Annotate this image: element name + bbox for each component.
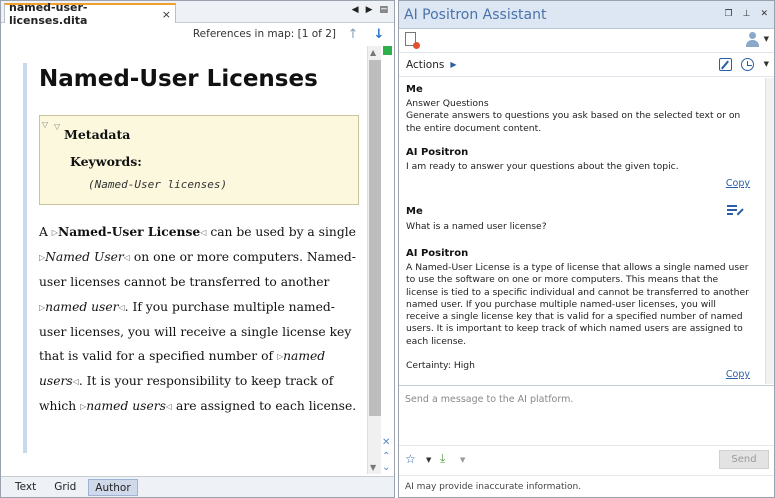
- certainty-text: Certainty: High: [406, 360, 475, 372]
- expand-up-icon[interactable]: ⌃: [382, 451, 390, 462]
- validation-status-icon[interactable]: [383, 46, 392, 55]
- chevron-down-icon[interactable]: ▼: [460, 456, 465, 464]
- tab-grid[interactable]: Grid: [48, 479, 82, 496]
- collapse-triangle-icon[interactable]: ▽: [42, 120, 48, 129]
- topic-paragraph: A ▷Named-User License◁ can be used by a …: [39, 220, 357, 420]
- term-italic: named user: [45, 299, 119, 314]
- expand-down-icon[interactable]: ⌄: [382, 462, 390, 473]
- message-input[interactable]: Send a message to the AI platform.: [399, 385, 774, 445]
- close-panel-icon[interactable]: ✕: [760, 9, 768, 19]
- chevron-down-icon[interactable]: ▼: [426, 456, 431, 464]
- assistant-header: AI Positron Assistant ❐ ⊥ ✕: [399, 1, 774, 29]
- editor-vertical-scrollbar[interactable]: ▲ ▼: [367, 46, 381, 474]
- history-icon[interactable]: [741, 58, 754, 71]
- input-toolbar: ☆ ▼ ⤓ ▼ Send: [399, 445, 774, 473]
- tab-text[interactable]: Text: [9, 479, 42, 496]
- edit-message-icon[interactable]: [727, 204, 744, 216]
- paragraph-text: A: [39, 225, 52, 239]
- tab-list-menu-icon[interactable]: ▤: [379, 5, 388, 15]
- close-x-icon[interactable]: ✕: [382, 437, 390, 448]
- tab-author[interactable]: Author: [88, 478, 138, 496]
- editor-side-strip: ✕ ⌃ ⌄: [381, 46, 394, 474]
- paragraph-text: are assigned to each license.: [172, 399, 357, 414]
- term-bold: Named-User License: [57, 224, 201, 239]
- collapse-triangle-icon[interactable]: ▽: [54, 122, 60, 131]
- send-button[interactable]: Send: [719, 450, 769, 469]
- message-sender: AI Positron: [406, 147, 469, 158]
- keywords-title: Keywords:: [70, 154, 142, 169]
- scroll-tabs-left-icon[interactable]: ◀: [352, 5, 359, 15]
- chevron-down-icon[interactable]: ▼: [764, 60, 769, 68]
- actions-menu[interactable]: Actions: [406, 59, 444, 71]
- previous-reference-icon[interactable]: ↑: [344, 27, 362, 42]
- message-text: Answer Questions: [406, 98, 489, 109]
- restore-window-icon[interactable]: ❐: [725, 9, 733, 19]
- new-chat-edit-icon[interactable]: [719, 58, 732, 71]
- editor-tab-bar: named-user-licenses.dita × ◀ ▶ ▤: [1, 1, 394, 27]
- ai-assistant-panel: AI Positron Assistant ❐ ⊥ ✕ ▼ Actions ▶ …: [398, 0, 775, 498]
- actions-bar: Actions ▶ ▼: [399, 53, 774, 77]
- metadata-title: Metadata: [64, 127, 131, 142]
- chat-scrollbar[interactable]: [765, 78, 774, 384]
- message-text: I am ready to answer your questions abou…: [406, 161, 679, 172]
- message-sender: Me: [406, 206, 423, 217]
- scroll-tabs-right-icon[interactable]: ▶: [366, 5, 373, 15]
- scroll-up-icon[interactable]: ▲: [370, 48, 376, 57]
- keywords-value: (Named-User licenses): [88, 178, 228, 191]
- references-bar: References in map: [1 of 2] ↑ ↓: [1, 23, 394, 45]
- term-italic: named users: [86, 399, 166, 414]
- scrollbar-thumb[interactable]: [369, 60, 381, 416]
- chat-message: AI Positron I am ready to answer your qu…: [406, 147, 751, 173]
- pin-icon[interactable]: ⊥: [743, 9, 751, 19]
- chat-message: AI Positron A Named-User License is a ty…: [406, 248, 751, 372]
- topic-border-marker: [23, 63, 27, 453]
- copy-link[interactable]: Copy: [726, 178, 750, 189]
- assistant-toolbar: ▼: [399, 29, 774, 53]
- chat-history: Me Answer Questions Generate answers to …: [399, 78, 765, 384]
- topic-title: Named-User Licenses: [39, 66, 318, 92]
- term-italic: Named User: [45, 250, 124, 265]
- next-reference-icon[interactable]: ↓: [370, 27, 388, 42]
- message-input-placeholder: Send a message to the AI platform.: [405, 394, 574, 405]
- message-sender: Me: [406, 84, 423, 95]
- editor-mode-tabs: Text Grid Author: [1, 476, 394, 497]
- close-tab-icon[interactable]: ×: [162, 8, 171, 21]
- user-account-icon[interactable]: [745, 32, 760, 47]
- assistant-title: AI Positron Assistant: [404, 6, 547, 23]
- actions-arrow-icon[interactable]: ▶: [450, 60, 456, 69]
- chat-message: Me Answer Questions Generate answers to …: [406, 84, 751, 135]
- copy-link[interactable]: Copy: [726, 369, 750, 380]
- insert-download-icon[interactable]: ⤓: [440, 451, 445, 466]
- chevron-down-icon[interactable]: ▼: [764, 35, 769, 43]
- metadata-block: ▽ ▽ Metadata Keywords: (Named-User licen…: [39, 115, 359, 205]
- ai-disclaimer: AI may provide inaccurate information.: [399, 475, 774, 497]
- editor-file-tab[interactable]: named-user-licenses.dita ×: [4, 1, 176, 27]
- message-text: What is a named user license?: [406, 221, 547, 232]
- document-context-icon[interactable]: [405, 32, 420, 49]
- document-editing-area[interactable]: Named-User Licenses ▽ ▽ Metadata Keyword…: [5, 46, 366, 474]
- references-label: References in map: [1 of 2]: [192, 28, 336, 40]
- message-text: Generate answers to questions you ask ba…: [406, 110, 741, 134]
- chat-message: Me What is a named user license?: [406, 206, 751, 233]
- message-sender: AI Positron: [406, 248, 469, 259]
- paragraph-text: can be used by a single: [206, 225, 356, 239]
- editor-panel: named-user-licenses.dita × ◀ ▶ ▤ Referen…: [0, 0, 395, 498]
- scroll-down-icon[interactable]: ▼: [370, 463, 376, 472]
- favorites-star-icon[interactable]: ☆: [405, 452, 416, 466]
- message-text: A Named-User License is a type of licens…: [406, 262, 749, 347]
